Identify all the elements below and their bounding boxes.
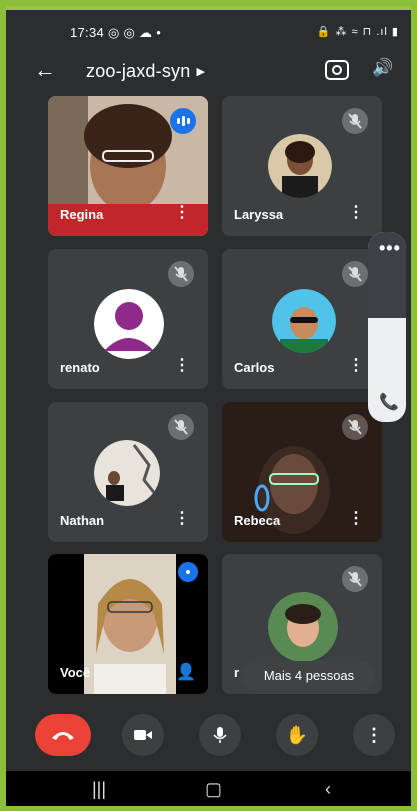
participant-tile[interactable]: Nathan ⋮ xyxy=(48,402,208,542)
meeting-title: zoo-jaxd-syn xyxy=(86,61,191,81)
top-border-band xyxy=(0,0,417,10)
participant-name: Regina xyxy=(60,207,104,222)
more-vertical-icon[interactable]: ⋮ xyxy=(174,355,190,375)
camera-button[interactable] xyxy=(122,714,164,756)
speaking-indicator-icon xyxy=(170,108,196,134)
status-icons: 🔒 ⁂ ≈ ⊓ .ıl ▮ xyxy=(316,26,399,38)
phone-hangup-icon xyxy=(52,732,74,740)
speaking-indicator-icon xyxy=(178,562,198,582)
participant-tile[interactable]: Regina ⋮ xyxy=(48,96,208,236)
home-icon[interactable]: ▢ xyxy=(205,779,222,800)
caret-right-icon: ▶ xyxy=(196,66,206,78)
participant-name: Nathan xyxy=(60,513,105,528)
more-vertical-icon[interactable]: ⋮ xyxy=(174,508,190,528)
more-options-button[interactable]: ⋮ xyxy=(353,714,395,756)
more-vertical-icon[interactable]: ⋮ xyxy=(348,508,364,528)
mic-off-icon xyxy=(342,566,368,592)
back-nav-icon[interactable]: ‹ xyxy=(325,779,331,800)
video-feed-self xyxy=(84,554,176,694)
participant-tile-self[interactable]: Você 👤 xyxy=(48,554,208,694)
avatar-nathan xyxy=(94,440,160,506)
camera-icon xyxy=(134,730,152,740)
end-call-button[interactable] xyxy=(35,714,91,756)
recent-apps-icon[interactable]: ||| xyxy=(92,779,106,800)
status-bar: 17:34 ◎ ◎ ☁ • 🔒 ⁂ ≈ ⊓ .ıl ▮ xyxy=(0,14,417,44)
meeting-title-button[interactable]: zoo-jaxd-syn ▶ xyxy=(86,61,205,82)
raise-hand-button[interactable]: ✋ xyxy=(276,714,318,756)
more-vertical-icon[interactable]: ⋮ xyxy=(174,202,190,222)
raise-hand-icon: ✋ xyxy=(285,725,309,745)
more-vertical-icon: ⋮ xyxy=(365,725,383,745)
speaker-icon[interactable]: 🔊 xyxy=(372,58,393,78)
participant-name: Rebeca xyxy=(234,513,281,528)
participant-tile[interactable]: Carlos ⋮ xyxy=(222,249,382,389)
mic-off-icon xyxy=(168,261,194,287)
more-vertical-icon[interactable]: ⋮ xyxy=(348,355,364,375)
avatar-laryssa xyxy=(268,134,332,198)
status-time: 17:34 ◎ ◎ ☁ • xyxy=(70,25,162,40)
mic-off-icon xyxy=(168,414,194,440)
mic-button[interactable] xyxy=(199,714,241,756)
mic-off-icon xyxy=(342,261,368,287)
arrow-left-icon[interactable]: ← xyxy=(34,57,56,83)
more-horizontal-icon[interactable]: ••• xyxy=(379,238,401,259)
switch-camera-icon[interactable] xyxy=(325,60,349,80)
avatar-participant xyxy=(268,592,338,662)
more-people-button[interactable]: Mais 4 pessoas xyxy=(243,661,375,691)
mic-off-icon xyxy=(342,108,368,134)
system-nav-bar: ||| ▢ ‹ xyxy=(0,771,417,811)
mic-icon xyxy=(213,727,227,743)
participant-name: renato xyxy=(60,360,100,375)
participant-name: Você xyxy=(60,665,91,680)
background-effects-icon[interactable]: 👤 xyxy=(176,662,196,682)
participant-name: Carlos xyxy=(234,360,275,375)
more-vertical-icon[interactable]: ⋮ xyxy=(348,202,364,222)
participant-tile[interactable]: Laryssa ⋮ xyxy=(222,96,382,236)
avatar-carlos xyxy=(272,289,336,353)
default-avatar-icon xyxy=(94,289,164,359)
participant-tile[interactable]: Rebeca ⋮ xyxy=(222,402,382,542)
side-panel-handle[interactable]: ••• 📞 xyxy=(368,232,406,422)
app-bar: ← zoo-jaxd-syn ▶ 🔊 xyxy=(0,52,417,92)
phone-icon[interactable]: 📞 xyxy=(379,392,399,412)
participant-name: Laryssa xyxy=(234,207,284,222)
participant-tile[interactable]: renato ⋮ xyxy=(48,249,208,389)
mic-off-icon xyxy=(342,414,368,440)
call-controls: ✋ ⋮ xyxy=(0,710,417,760)
participant-name: r xyxy=(234,665,240,680)
